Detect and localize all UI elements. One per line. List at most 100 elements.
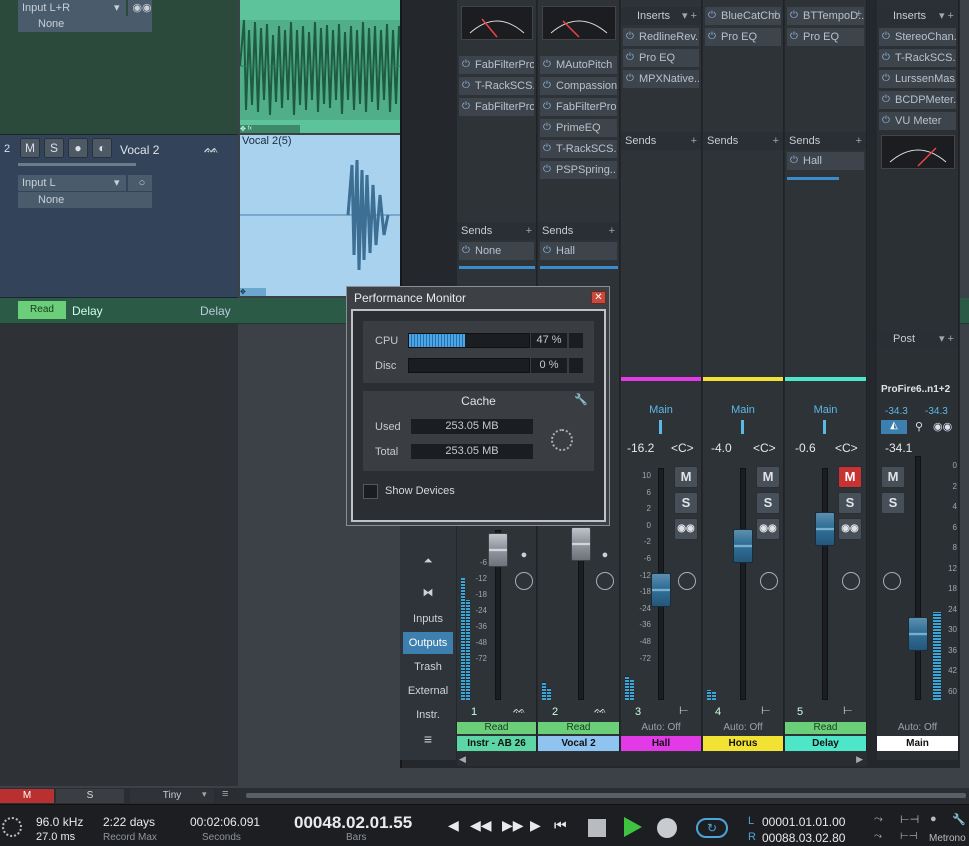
add-send-icon[interactable]: + (856, 132, 862, 150)
metronome-dot-icon[interactable]: ● (930, 813, 937, 825)
add-insert-icon[interactable]: + (856, 8, 862, 20)
insert-slot[interactable]: FabFilterPro.. (459, 56, 534, 74)
insert-slot[interactable]: Pro EQ (623, 49, 699, 67)
volume-readout[interactable]: -16.2 (627, 441, 654, 455)
automation-mode[interactable]: Read (785, 722, 866, 734)
routing-icon[interactable]: ⊢ (679, 704, 689, 717)
main-automation-mode[interactable]: Auto: Off (877, 722, 958, 734)
automation-mode[interactable]: Read (457, 722, 536, 734)
waveform-icon[interactable]: ᨐ (513, 704, 526, 717)
mono-icon[interactable]: ◭ (881, 420, 907, 434)
metronome-label[interactable]: Metrono (929, 833, 966, 844)
mute-button[interactable]: M (674, 466, 698, 488)
nav-inputs[interactable]: Inputs (403, 608, 453, 630)
console-scrollbar[interactable]: ◀ ▶ (457, 752, 867, 766)
channel-name[interactable]: Vocal 2 (538, 736, 619, 751)
record-button[interactable]: ● (515, 546, 533, 564)
previous-marker-icon[interactable]: ◀ (448, 817, 459, 834)
nav-instr[interactable]: Instr. (403, 704, 453, 726)
insert-slot[interactable]: PrimeEQ (540, 119, 617, 137)
link-icon[interactable]: ◉◉ (933, 420, 952, 433)
wrench-icon[interactable]: 🔧 (574, 393, 588, 406)
track-1-monitor[interactable]: ◉◉ (128, 0, 152, 16)
insert-slot[interactable]: RedlineRev.. (623, 28, 699, 46)
waveform-icon[interactable]: ᨐ (594, 704, 607, 717)
pan-indicator[interactable] (741, 420, 744, 434)
expand-icon[interactable]: ⧓ (403, 582, 453, 604)
mute-button[interactable]: M (756, 466, 780, 488)
main-volume-fader[interactable] (908, 617, 928, 651)
performance-monitor-window[interactable]: Performance Monitor ✕ CPU 47 % Disc 0 % … (346, 286, 610, 526)
show-devices-checkbox[interactable] (363, 484, 378, 499)
channel-name[interactable]: Delay (785, 736, 866, 751)
add-send-icon[interactable]: + (691, 132, 697, 150)
track-1-output[interactable]: None (18, 16, 152, 32)
list-icon[interactable]: ≡ (222, 788, 228, 800)
rewind-icon[interactable]: ◀◀ (470, 817, 492, 834)
insert-slot[interactable]: BTTempoD.. (787, 7, 864, 25)
channel-name[interactable]: Instr - AB 26 (457, 736, 536, 751)
output-route[interactable]: Main (621, 404, 701, 416)
track-2-audio-event[interactable]: Vocal 2(5) ✥ (240, 135, 402, 296)
volume-fader[interactable] (815, 512, 835, 546)
next-marker-icon[interactable]: ▶ (530, 817, 541, 834)
time-seconds[interactable]: 00:02:06.091 (190, 815, 260, 829)
collapse-up-icon[interactable]: ⏶ (403, 550, 453, 570)
insert-slot[interactable]: Pro EQ (705, 28, 781, 46)
add-insert-icon[interactable]: ▾ + (939, 7, 954, 25)
post-menu-icon[interactable]: ▾ + (939, 330, 954, 348)
scroll-right-icon[interactable]: ▶ (856, 754, 863, 765)
pan-readout[interactable]: <C> (671, 441, 694, 455)
fast-forward-icon[interactable]: ▶▶ (502, 817, 524, 834)
pan-indicator[interactable] (659, 420, 662, 434)
waveform-icon[interactable]: ᨐ (204, 141, 219, 157)
insert-slot[interactable]: MAutoPitch (540, 56, 617, 74)
volume-readout[interactable]: -0.6 (795, 441, 816, 455)
add-send-icon[interactable]: + (773, 132, 779, 150)
add-insert-icon[interactable]: + (773, 8, 779, 20)
output-device[interactable]: ProFire6..n1+2 (881, 384, 950, 395)
nav-trash[interactable]: Trash (403, 656, 453, 678)
track-2-solo-button[interactable]: S (44, 138, 64, 158)
loop-left-value[interactable]: 00001.01.01.00 (762, 815, 845, 829)
send-slot[interactable]: Hall (540, 242, 617, 260)
tempo-icon[interactable]: ⤳ (874, 831, 882, 842)
solo-button[interactable]: S (881, 492, 905, 514)
main-volume-readout[interactable]: -34.1 (885, 441, 912, 455)
automation-mode[interactable]: Read (538, 722, 619, 734)
send-slot[interactable]: None (459, 242, 534, 260)
volume-fader[interactable] (651, 573, 671, 607)
send-level-slider[interactable] (540, 266, 618, 269)
track-2-volume-slider[interactable] (18, 163, 136, 166)
insert-slot[interactable]: FabFilterPro.. (540, 98, 617, 116)
insert-slot[interactable]: T-RackSCS.. (879, 49, 956, 67)
pan-readout[interactable]: <C> (753, 441, 776, 455)
scroll-left-icon[interactable]: ◀ (459, 754, 466, 765)
pan-readout[interactable]: <C> (835, 441, 858, 455)
nav-external[interactable]: External (403, 680, 453, 702)
track-1-audio-event[interactable]: ✥ ᶠˣ (240, 0, 402, 133)
loop-right-value[interactable]: 00088.03.02.80 (762, 831, 845, 845)
track-2-input-arrow[interactable]: ▾ (110, 175, 126, 191)
monitor-button[interactable]: ◉◉ (838, 518, 862, 540)
horizontal-scrollbar[interactable] (246, 793, 966, 798)
insert-slot[interactable]: VU Meter (879, 112, 956, 130)
precount-icon[interactable]: ⤳ (874, 813, 883, 826)
global-solo-button[interactable]: S (56, 789, 124, 803)
chevron-down-icon[interactable]: ▾ (202, 789, 207, 800)
output-route[interactable]: Main (703, 404, 783, 416)
track-1-input-arrow[interactable]: ▾ (110, 0, 126, 16)
track-2-record-button[interactable]: ● (68, 138, 88, 158)
tuner-icon[interactable]: ⚲ (915, 420, 923, 433)
sample-rate[interactable]: 96.0 kHz (36, 815, 83, 829)
performance-spinner-icon[interactable] (2, 817, 22, 837)
return-to-zero-icon[interactable]: ⏮ (554, 817, 567, 834)
record-button-icon[interactable] (657, 818, 677, 838)
volume-fader[interactable] (571, 527, 591, 561)
channel-name[interactable]: Horus (703, 736, 783, 751)
pan-indicator[interactable] (823, 420, 826, 434)
loop-button-icon[interactable]: ↻ (696, 818, 728, 838)
track-2-output[interactable]: None (18, 192, 152, 208)
insert-slot[interactable]: BCDPMeter.. (879, 91, 956, 109)
pan-knob-icon[interactable] (883, 572, 901, 590)
